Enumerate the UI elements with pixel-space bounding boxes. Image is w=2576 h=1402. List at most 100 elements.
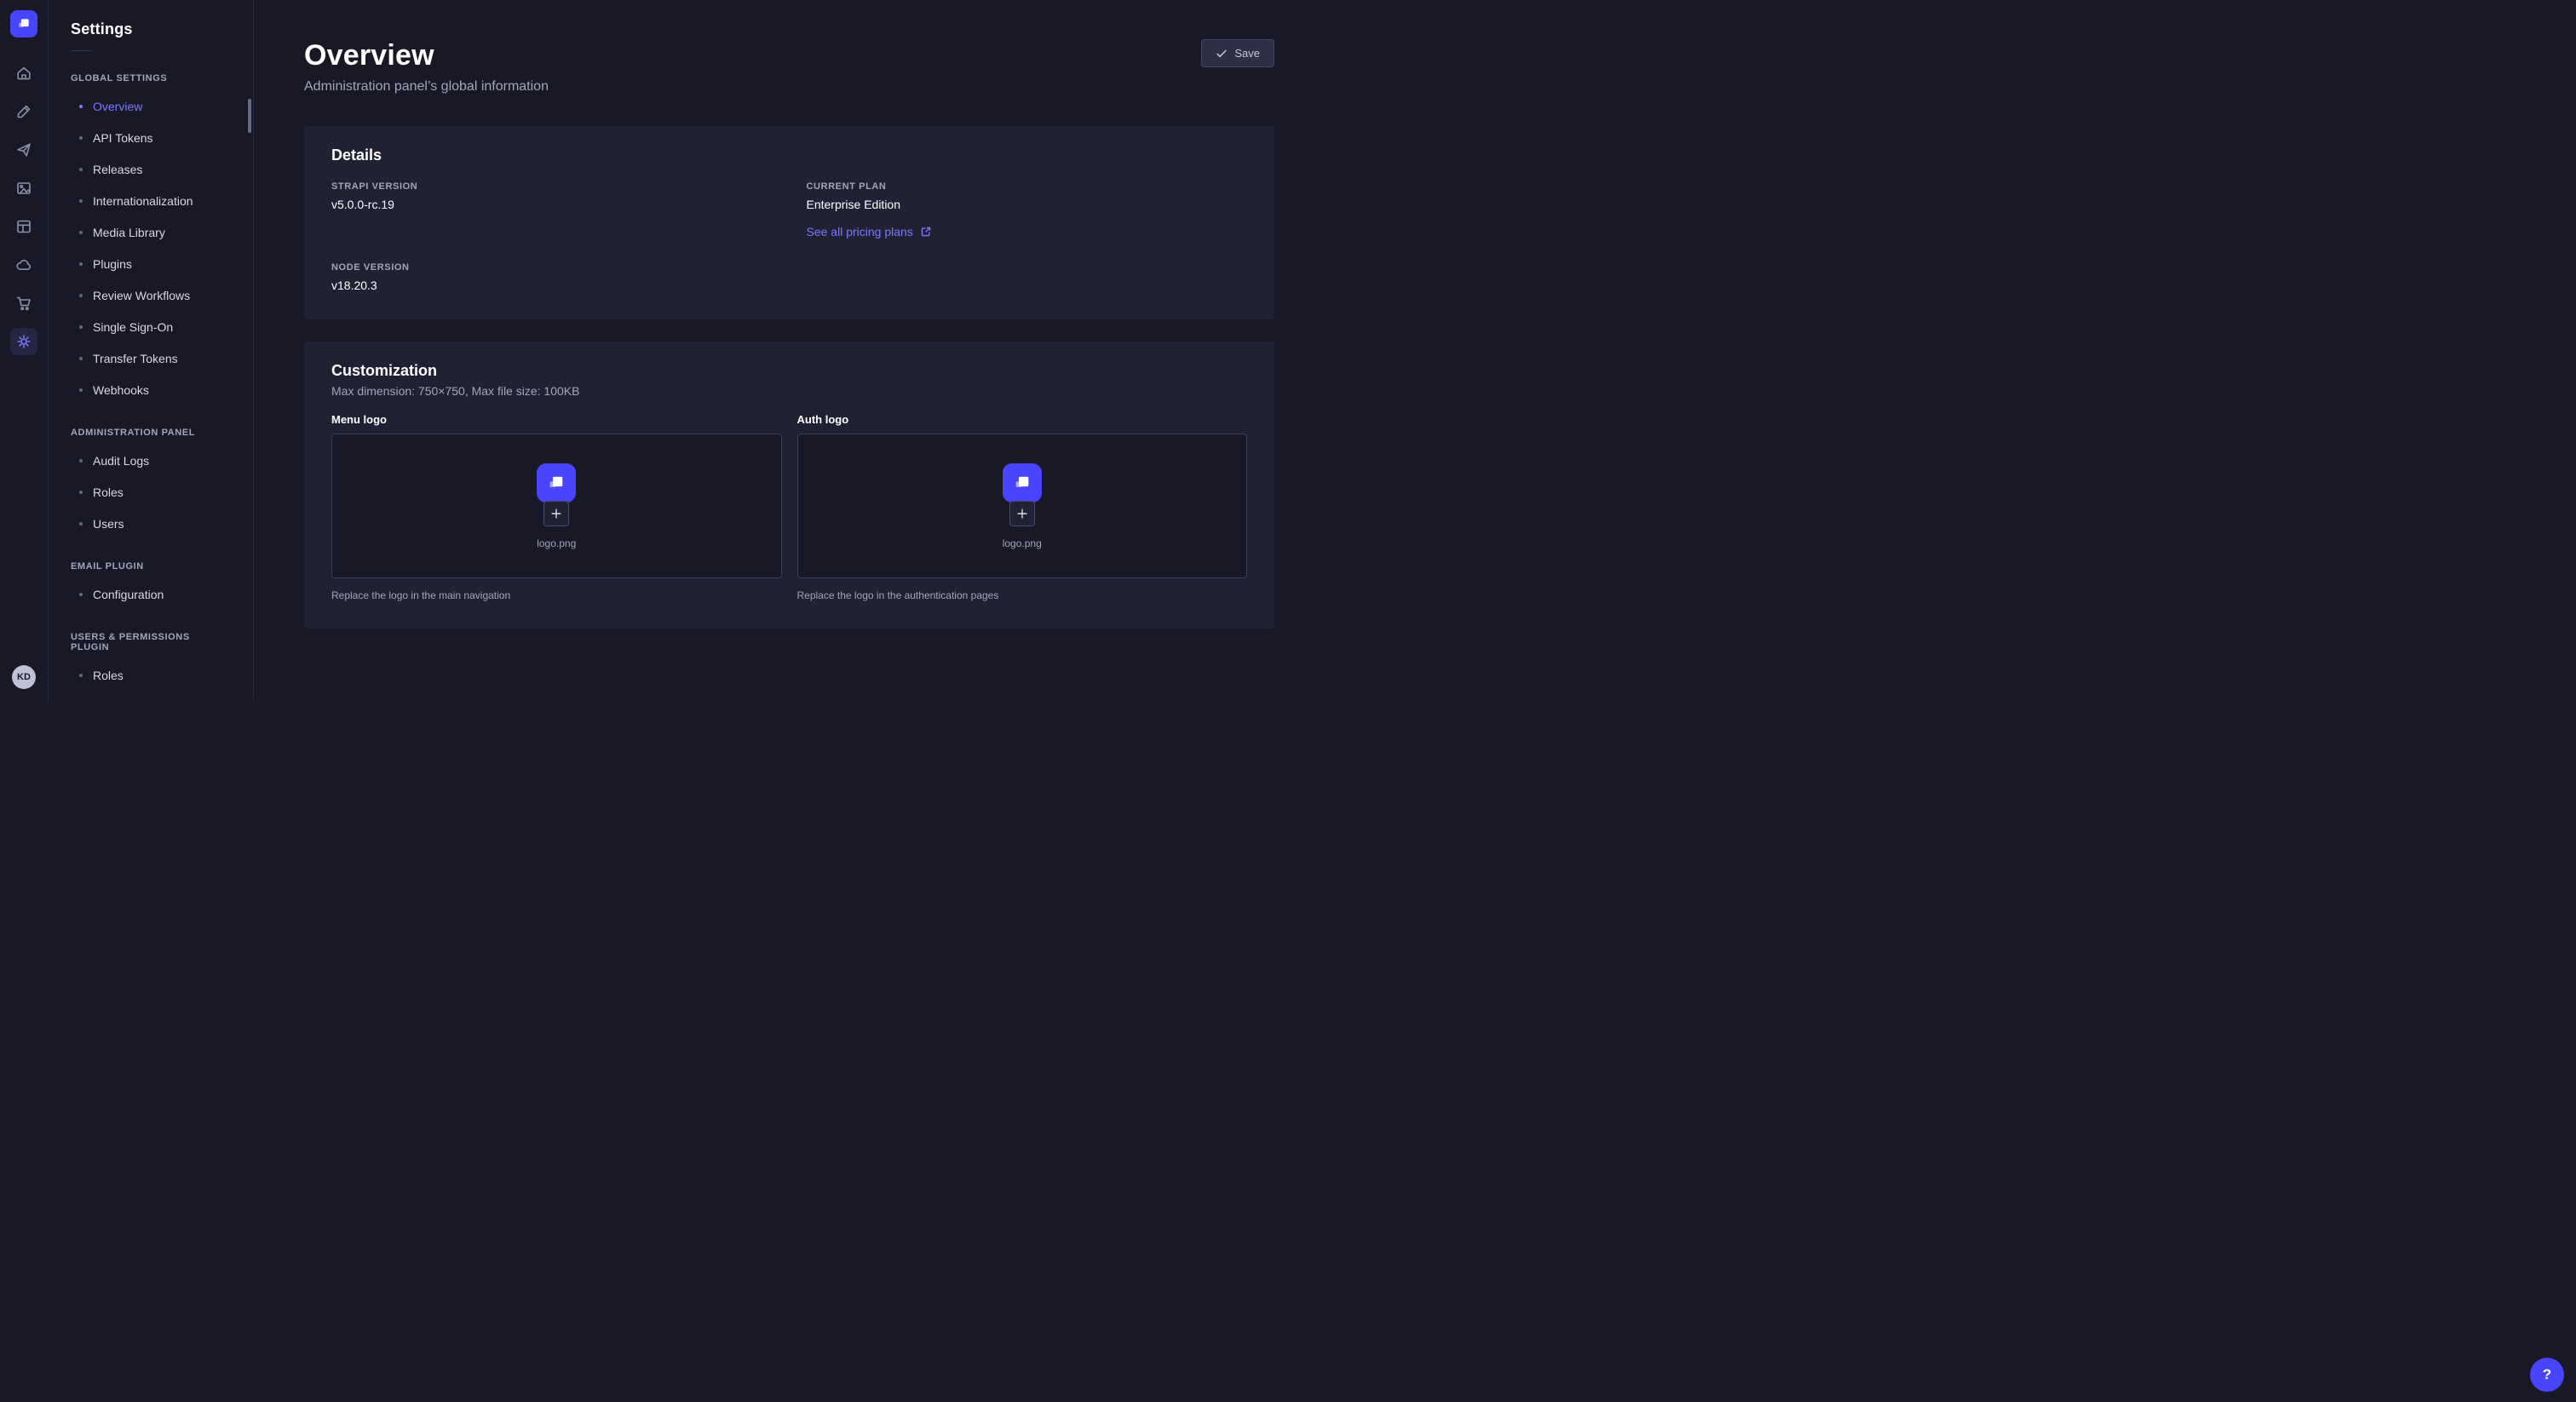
nav-item-label: Media Library <box>93 226 165 239</box>
nav-item-label: Configuration <box>93 588 164 601</box>
avatar[interactable]: KD <box>12 665 36 689</box>
nav-content-manager[interactable] <box>10 98 37 125</box>
pricing-plans-link[interactable]: See all pricing plans <box>807 225 932 238</box>
settings-sidebar: Settings GLOBAL SETTINGS Overview API To… <box>49 0 254 701</box>
settings-nav-plugins[interactable]: Plugins <box>49 248 253 279</box>
auth-logo-helper: Replace the logo in the authentication p… <box>797 589 1248 601</box>
section-global-settings: GLOBAL SETTINGS <box>49 73 253 83</box>
settings-nav-email-configuration[interactable]: Configuration <box>49 578 253 610</box>
nav-content-type-builder[interactable] <box>10 213 37 240</box>
nav-media-library[interactable] <box>10 175 37 202</box>
bullet-icon <box>79 388 83 392</box>
cloud-icon <box>15 256 32 273</box>
nav-item-label: Plugins <box>93 257 132 271</box>
rail-nav <box>10 60 37 355</box>
customization-card-title: Customization <box>331 362 1247 380</box>
settings-nav-releases[interactable]: Releases <box>49 153 253 185</box>
divider <box>71 50 91 51</box>
page-title: Overview <box>304 39 549 72</box>
nav-marketplace[interactable] <box>10 290 37 317</box>
bullet-icon <box>79 136 83 140</box>
field-node-version: NODE VERSION v18.20.3 <box>331 262 773 292</box>
plus-icon <box>550 508 562 520</box>
details-card: Details STRAPI VERSION v5.0.0-rc.19 CURR… <box>304 126 1274 319</box>
add-menu-logo-button[interactable] <box>543 501 569 526</box>
menu-logo-filename: logo.png <box>537 537 576 549</box>
bullet-icon <box>79 674 83 677</box>
bullet-icon <box>79 262 83 266</box>
section-email-plugin: EMAIL PLUGIN <box>49 561 253 572</box>
bullet-icon <box>79 199 83 203</box>
settings-nav-media-library[interactable]: Media Library <box>49 216 253 248</box>
settings-nav-api-tokens[interactable]: API Tokens <box>49 122 253 153</box>
images-icon <box>15 180 32 197</box>
nav-cloud[interactable] <box>10 251 37 279</box>
logo-uploads: Menu logo logo.png Repl <box>331 413 1247 601</box>
nav-item-label: Providers <box>93 700 143 702</box>
menu-logo-dropzone[interactable]: logo.png <box>331 434 782 578</box>
settings-nav-transfer-tokens[interactable]: Transfer Tokens <box>49 342 253 374</box>
section-users-permissions-plugin: USERS & PERMISSIONS PLUGIN <box>49 632 253 652</box>
settings-sidebar-title: Settings <box>49 20 253 38</box>
nav-home[interactable] <box>10 60 37 87</box>
strapi-logo[interactable] <box>10 10 37 37</box>
nav-item-label: Review Workflows <box>93 289 190 302</box>
bullet-icon <box>79 231 83 234</box>
page-subtitle: Administration panel’s global informatio… <box>304 79 549 95</box>
home-icon <box>15 65 32 82</box>
field-value: v5.0.0-rc.19 <box>331 198 773 211</box>
strapi-mark-icon <box>545 472 567 494</box>
nav-item-label: Single Sign-On <box>93 320 173 334</box>
settings-nav-admin-users[interactable]: Users <box>49 508 253 539</box>
settings-nav-overview[interactable]: Overview <box>49 90 253 122</box>
details-card-title: Details <box>331 147 1247 164</box>
customization-card: Customization Max dimension: 750×750, Ma… <box>304 342 1274 629</box>
main-content: Overview Administration panel’s global i… <box>254 0 1288 701</box>
field-value: v18.20.3 <box>331 279 773 292</box>
bullet-icon <box>79 593 83 596</box>
nav-item-label: Overview <box>93 100 142 113</box>
nav-settings[interactable] <box>10 328 37 355</box>
customization-card-subtitle: Max dimension: 750×750, Max file size: 1… <box>331 384 1247 398</box>
field-label: CURRENT PLAN <box>807 181 1248 192</box>
nav-releases[interactable] <box>10 136 37 164</box>
save-button-label: Save <box>1234 47 1260 60</box>
nav-item-label: Webhooks <box>93 383 149 397</box>
layout-icon <box>15 218 32 235</box>
check-icon <box>1216 48 1228 60</box>
section-administration-panel: ADMINISTRATION PANEL <box>49 428 253 438</box>
settings-nav-audit-logs[interactable]: Audit Logs <box>49 445 253 476</box>
menu-logo-preview <box>537 463 576 503</box>
nav-item-label: Roles <box>93 669 124 682</box>
menu-logo-helper: Replace the logo in the main navigation <box>331 589 782 601</box>
main-nav-rail: KD <box>0 0 49 701</box>
settings-nav-up-roles[interactable]: Roles <box>49 659 253 691</box>
strapi-logo-icon <box>15 15 32 32</box>
nav-item-label: Transfer Tokens <box>93 352 178 365</box>
nav-item-label: Roles <box>93 486 124 499</box>
settings-nav-up-providers[interactable]: Providers <box>49 691 253 701</box>
menu-logo-upload: Menu logo logo.png Repl <box>331 413 782 601</box>
settings-nav-internationalization[interactable]: Internationalization <box>49 185 253 216</box>
field-strapi-version: STRAPI VERSION v5.0.0-rc.19 <box>331 181 773 240</box>
cart-icon <box>15 295 32 312</box>
bullet-icon <box>79 168 83 171</box>
add-auth-logo-button[interactable] <box>1009 501 1035 526</box>
bullet-icon <box>79 459 83 463</box>
auth-logo-preview <box>1003 463 1042 503</box>
settings-nav-webhooks[interactable]: Webhooks <box>49 374 253 405</box>
settings-nav-single-sign-on[interactable]: Single Sign-On <box>49 311 253 342</box>
auth-logo-dropzone[interactable]: logo.png <box>797 434 1248 578</box>
save-button[interactable]: Save <box>1201 39 1274 67</box>
auth-logo-filename: logo.png <box>1003 537 1042 549</box>
pen-icon <box>15 103 32 120</box>
field-current-plan: CURRENT PLAN Enterprise Edition See all … <box>807 181 1248 240</box>
gear-icon <box>15 333 32 350</box>
settings-nav-admin-roles[interactable]: Roles <box>49 476 253 508</box>
scrollbar-thumb[interactable] <box>248 99 251 133</box>
pricing-plans-link-label: See all pricing plans <box>807 225 913 238</box>
page-header: Overview Administration panel’s global i… <box>304 39 1274 95</box>
field-value: Enterprise Edition <box>807 198 1248 211</box>
settings-nav-review-workflows[interactable]: Review Workflows <box>49 279 253 311</box>
field-label: STRAPI VERSION <box>331 181 773 192</box>
